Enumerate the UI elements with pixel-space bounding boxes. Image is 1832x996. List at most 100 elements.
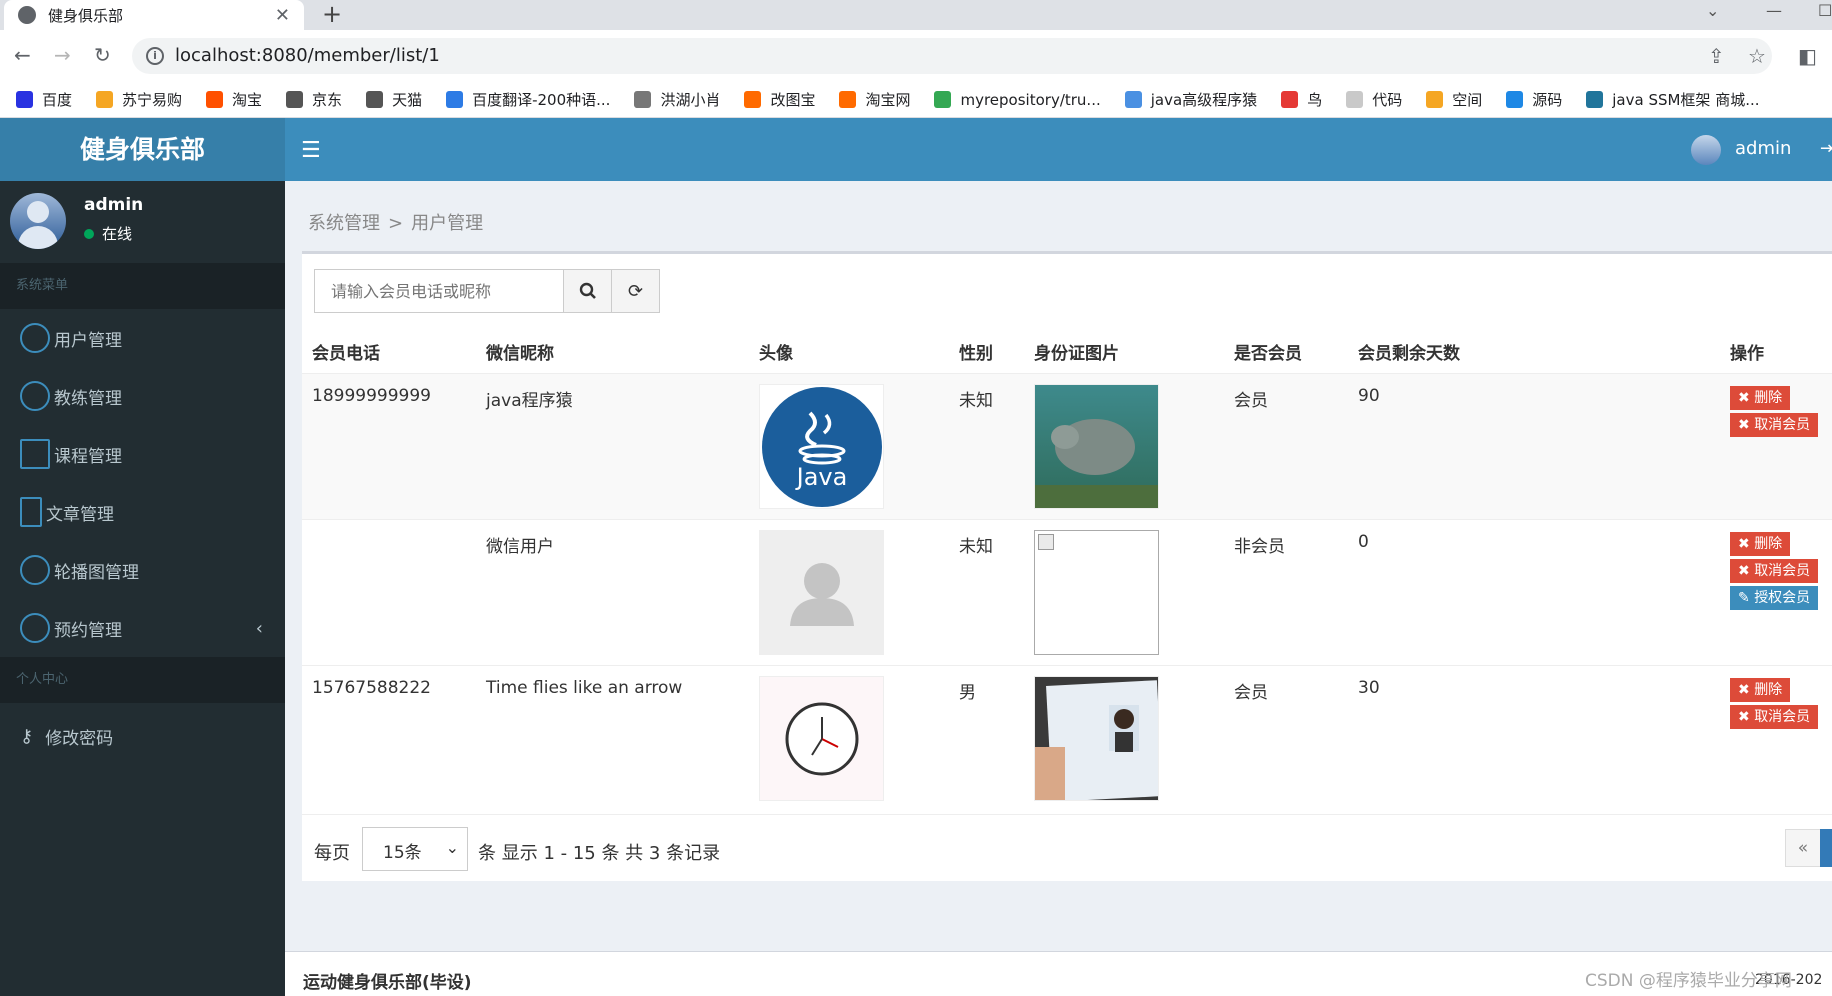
sidepanel-icon[interactable]: ◧ — [1798, 44, 1817, 68]
sidebar-item-users[interactable]: 用户管理 — [0, 309, 285, 367]
bookmark-item[interactable]: java高级程序猿 — [1124, 89, 1257, 110]
avatar-image-clock[interactable] — [759, 676, 884, 801]
browser-tab[interactable]: 健身俱乐部 ✕ — [4, 0, 304, 30]
brand-logo[interactable]: 健身俱乐部 — [0, 118, 285, 181]
avatar-image-java[interactable]: Java — [759, 384, 884, 509]
bookmark-favicon-icon — [366, 91, 384, 108]
bookmark-item[interactable]: 代码 — [1346, 89, 1402, 110]
col-header-days: 会员剩余天数 — [1358, 344, 1460, 364]
svg-text:Java: Java — [795, 463, 848, 491]
sidebar-item-change-password[interactable]: ⚷ 修改密码 — [0, 707, 285, 765]
per-page-select[interactable]: 15条 ⌄ — [362, 827, 468, 871]
delete-button[interactable]: ✖ 删除 — [1730, 532, 1791, 556]
sidebar-item-courses[interactable]: 课程管理 — [0, 425, 285, 483]
col-header-member: 是否会员 — [1234, 344, 1302, 364]
cancel-member-button[interactable]: ✖ 取消会员 — [1730, 559, 1819, 583]
bookmark-favicon-icon — [446, 91, 464, 108]
breadcrumb-parent[interactable]: 系统管理 — [308, 213, 380, 234]
breadcrumb-current: 用户管理 — [411, 213, 484, 234]
refresh-button[interactable]: ⟳ — [612, 269, 660, 313]
bookmark-item[interactable]: 京东 — [286, 89, 342, 110]
bookmark-item[interactable]: myrepository/tru... — [934, 91, 1101, 109]
prev-page-button[interactable]: « — [1785, 829, 1821, 867]
sidebar-item-bookings[interactable]: 预约管理 ‹ — [0, 599, 285, 657]
coach-icon — [20, 381, 50, 411]
nav-username[interactable]: admin — [1735, 138, 1791, 159]
key-icon: ⚷ — [20, 725, 34, 747]
avatar-image-default[interactable] — [759, 530, 884, 655]
bookmarks-bar: 百度 苏宁易购 淘宝 京东 天猫 百度翻译-200种语... 洪湖小肖 改图宝 淘宝网 myrep… — [0, 82, 1832, 118]
bookmark-item[interactable]: 源码 — [1506, 89, 1562, 110]
url-text[interactable]: localhost:8080/member/list/1 — [175, 45, 440, 66]
info-icon[interactable]: i — [146, 47, 164, 65]
bookmark-label: 空间 — [1452, 91, 1483, 109]
cancel-member-button[interactable]: ✖ 取消会员 — [1730, 705, 1819, 729]
bookmark-item[interactable]: 洪湖小肖 — [634, 89, 720, 110]
member-table-box: ⟳ 会员电话 微信昵称 头像 性别 身份证图片 是否会员 会员剩余天数 操作 1… — [302, 251, 1832, 881]
sidebar-item-coaches[interactable]: 教练管理 — [0, 367, 285, 425]
bookmark-favicon-icon — [839, 91, 857, 108]
bookmark-item[interactable]: 百度 — [16, 89, 72, 110]
chevron-left-icon[interactable]: ‹ — [256, 618, 263, 639]
bookmark-item[interactable]: 天猫 — [366, 89, 422, 110]
sidebar-item-label: 轮播图管理 — [54, 562, 139, 583]
browser-tab-bar: 健身俱乐部 ✕ + ⌄ — ☐ — [0, 0, 1832, 30]
menu-toggle-icon[interactable]: ☰ — [301, 138, 321, 163]
cell-nickname: java程序猿 — [486, 391, 573, 411]
sidebar: 健身俱乐部 admin 在线 系统菜单 用户管理 教练管理 课程管理 文章管理 … — [0, 118, 285, 996]
search-input[interactable] — [314, 269, 564, 313]
sidebar-item-label: 课程管理 — [54, 446, 122, 467]
bookmark-label: 淘宝网 — [865, 91, 911, 109]
sidebar-username: admin — [84, 195, 144, 215]
page-1-button[interactable]: 1 — [1820, 829, 1832, 867]
maximize-icon[interactable]: ☐ — [1818, 0, 1832, 30]
idcard-image[interactable] — [1034, 384, 1159, 509]
row-actions: ✖ 删除 ✖ 取消会员 — [1730, 386, 1819, 440]
forward-icon[interactable]: → — [54, 43, 71, 67]
sidebar-item-carousel[interactable]: 轮播图管理 — [0, 541, 285, 599]
new-tab-button[interactable]: + — [322, 0, 342, 30]
reload-icon[interactable]: ↻ — [94, 43, 111, 67]
back-icon[interactable]: ← — [14, 43, 31, 67]
idcard-image[interactable] — [1034, 676, 1159, 801]
chevron-down-icon[interactable]: ⌄ — [1706, 0, 1719, 30]
footer-text: 运动健身俱乐部(毕设) — [303, 973, 472, 993]
bookmark-favicon-icon — [1506, 91, 1524, 108]
close-icon: ✖ — [1738, 417, 1755, 433]
close-icon[interactable]: ✕ — [275, 5, 290, 26]
authorize-member-button[interactable]: ✎ 授权会员 — [1730, 586, 1819, 610]
star-icon[interactable]: ☆ — [1748, 44, 1766, 68]
col-header-avatar: 头像 — [759, 344, 793, 364]
globe-icon — [18, 6, 36, 24]
minimize-icon[interactable]: — — [1766, 0, 1782, 30]
bookmark-item[interactable]: java SSM框架 商城... — [1586, 89, 1760, 110]
avatar[interactable] — [1691, 135, 1721, 165]
logout-icon[interactable]: ⇥ — [1820, 138, 1832, 159]
bookmark-item[interactable]: 百度翻译-200种语... — [446, 89, 610, 110]
bookmark-item[interactable]: 改图宝 — [744, 89, 815, 110]
bookmark-item[interactable]: 淘宝 — [206, 89, 262, 110]
idcard-image-broken[interactable] — [1034, 530, 1159, 655]
delete-button[interactable]: ✖ 删除 — [1730, 386, 1791, 410]
bookmark-item[interactable]: 苏宁易购 — [96, 89, 182, 110]
search-button[interactable] — [564, 269, 612, 313]
sidebar-item-articles[interactable]: 文章管理 — [0, 483, 285, 541]
bookmark-label: 百度 — [42, 91, 73, 109]
refresh-icon: ⟳ — [627, 280, 644, 302]
image-icon — [20, 555, 50, 585]
share-icon[interactable]: ⇪ — [1708, 44, 1725, 68]
table-row: 微信用户 未知 非会员 0 ✖ 删除 ✖ 取消会员 ✎ 授权会员 — [302, 519, 1832, 665]
per-page-label: 每页 — [314, 843, 350, 864]
bookmark-favicon-icon — [286, 91, 304, 108]
cancel-member-button[interactable]: ✖ 取消会员 — [1730, 413, 1819, 437]
delete-button[interactable]: ✖ 删除 — [1730, 678, 1791, 702]
close-icon: ✖ — [1738, 536, 1755, 552]
bookmark-item[interactable]: 空间 — [1426, 89, 1482, 110]
bookmark-favicon-icon — [1124, 91, 1142, 108]
bookmark-favicon-icon — [1426, 91, 1444, 108]
cell-member-status: 会员 — [1234, 391, 1268, 411]
bookmark-item[interactable]: 淘宝网 — [839, 89, 910, 110]
bookmark-label: 洪湖小肖 — [660, 91, 721, 109]
sidebar-item-label: 教练管理 — [54, 388, 122, 409]
bookmark-item[interactable]: 鸟 — [1281, 89, 1322, 110]
